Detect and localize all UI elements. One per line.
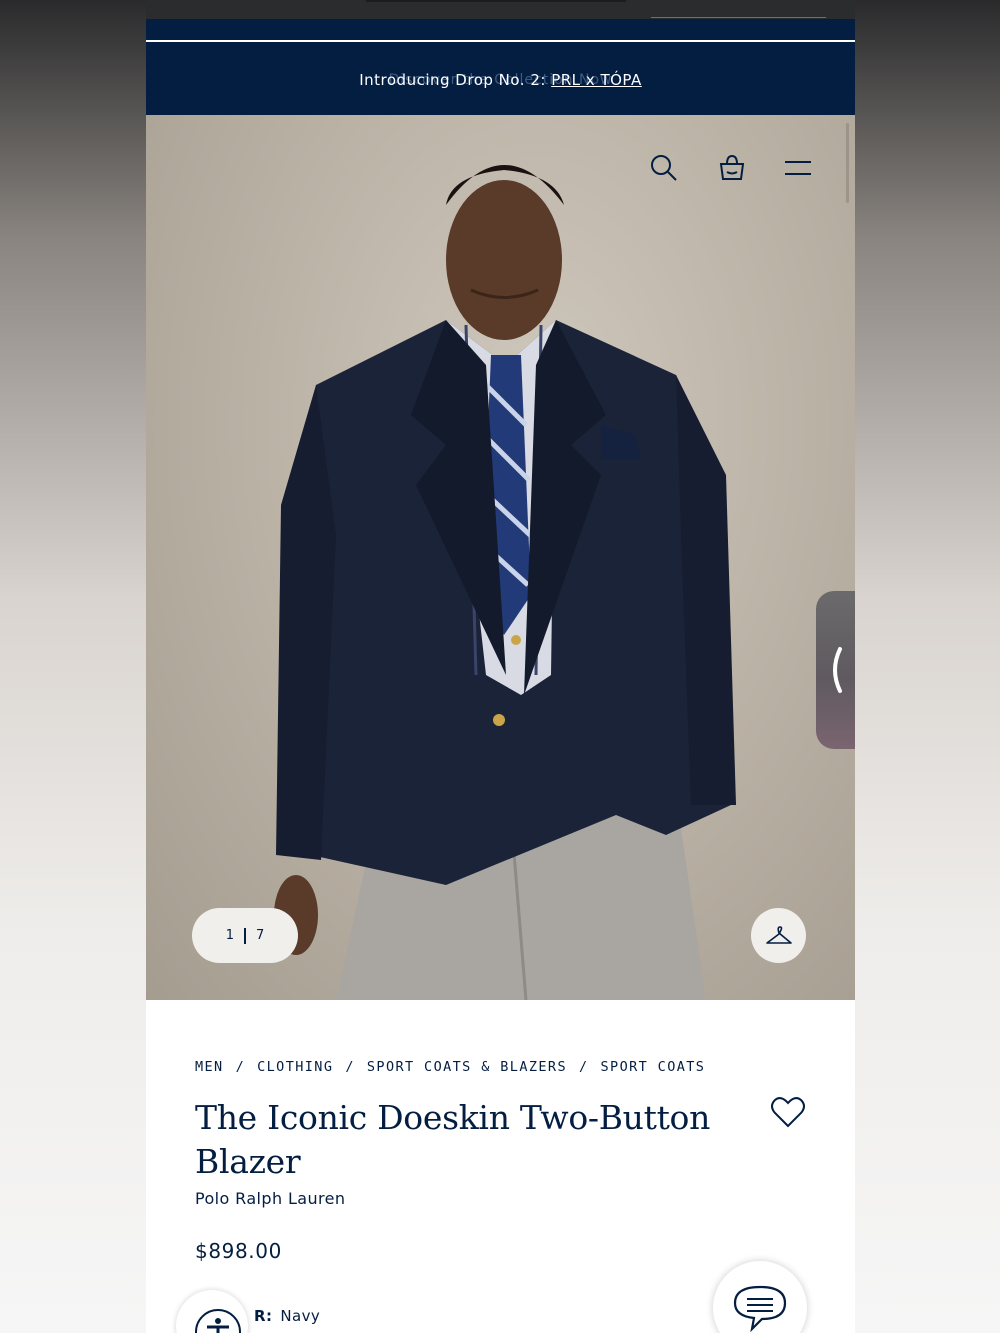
image-counter[interactable]: 1 7 xyxy=(192,908,298,963)
image-current: 1 xyxy=(225,928,234,943)
search-icon[interactable] xyxy=(649,153,679,186)
breadcrumb-sport-coats[interactable]: SPORT COATS xyxy=(601,1059,706,1075)
image-scrollbar[interactable] xyxy=(846,123,849,203)
product-image[interactable]: 1 7 xyxy=(146,115,855,1000)
accessibility-button[interactable] xyxy=(176,1290,248,1333)
promo-prefix: Introducing Drop No. 2: xyxy=(359,71,552,89)
breadcrumb-separator: / xyxy=(235,1059,246,1075)
product-title: The Iconic Doeskin Two-Button Blazer xyxy=(195,1098,711,1181)
model-photo xyxy=(274,165,736,1000)
address-bar[interactable] xyxy=(366,0,626,2)
breadcrumb: MEN / CLOTHING / SPORT COATS & BLAZERS / SP… xyxy=(195,1059,705,1075)
color-value: Navy xyxy=(280,1307,321,1325)
chat-bubble-icon xyxy=(733,1285,787,1333)
hanger-button[interactable] xyxy=(751,908,806,963)
chat-button[interactable] xyxy=(713,1261,807,1333)
wishlist-heart-icon[interactable] xyxy=(770,1095,806,1132)
product-price: $898.00 xyxy=(195,1239,282,1263)
promo-divider xyxy=(146,40,855,42)
menu-icon[interactable] xyxy=(783,157,813,182)
counter-divider xyxy=(244,927,246,944)
toolbar-edge xyxy=(651,17,826,18)
hanger-icon xyxy=(765,925,792,944)
chevron-left-icon xyxy=(832,647,842,693)
promo-banner[interactable]: Discover the Collection Now Introducing … xyxy=(146,19,855,115)
side-panel-tab[interactable] xyxy=(816,591,855,749)
shopping-bag-icon[interactable] xyxy=(717,153,747,186)
breadcrumb-sport-coats-blazers[interactable]: SPORT COATS & BLAZERS xyxy=(367,1059,567,1075)
promo-message: Introducing Drop No. 2: PRL x TÓPA xyxy=(146,71,855,89)
breadcrumb-separator: / xyxy=(345,1059,355,1075)
accessibility-icon xyxy=(195,1309,241,1333)
browser-chrome xyxy=(146,0,855,19)
product-page: Discover the Collection Now Introducing … xyxy=(146,0,855,1333)
breadcrumb-men[interactable]: MEN xyxy=(195,1059,224,1075)
breadcrumb-separator: / xyxy=(578,1059,589,1075)
product-brand[interactable]: Polo Ralph Lauren xyxy=(195,1189,345,1208)
promo-link[interactable]: PRL x TÓPA xyxy=(551,71,642,89)
color-selection: R: Navy xyxy=(254,1307,320,1325)
breadcrumb-clothing[interactable]: CLOTHING xyxy=(257,1059,333,1075)
color-label: R: xyxy=(254,1307,273,1325)
image-total: 7 xyxy=(256,928,265,943)
